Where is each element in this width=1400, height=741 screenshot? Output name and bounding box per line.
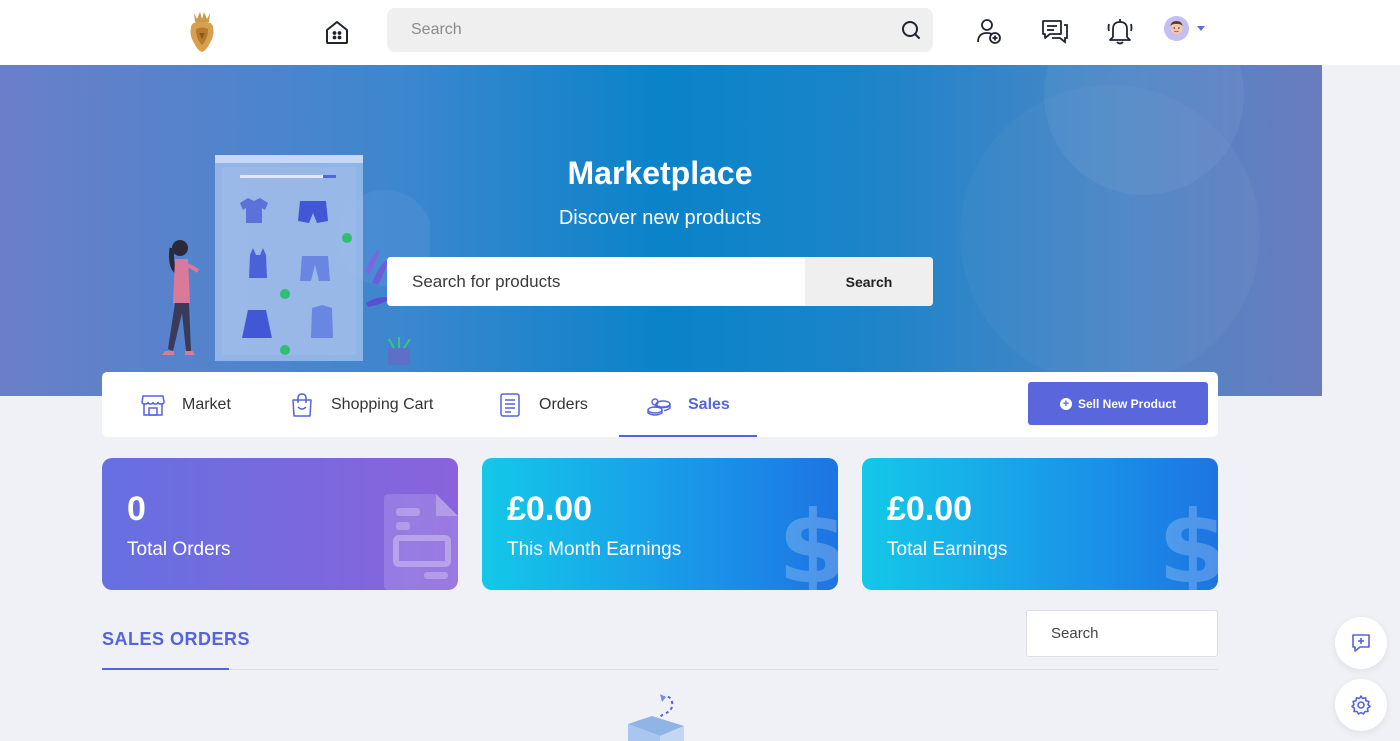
messages-icon[interactable] xyxy=(1040,16,1070,46)
shopping-bag-icon xyxy=(292,392,312,417)
dollar-sign-icon: $ xyxy=(778,494,838,590)
settings-button[interactable] xyxy=(1335,679,1387,731)
hero-title: Marketplace xyxy=(567,155,753,191)
product-search-input[interactable] xyxy=(387,257,805,306)
sell-new-product-label: Sell New Product xyxy=(1077,396,1177,411)
total-orders-value: 0 xyxy=(127,490,146,528)
top-navbar xyxy=(0,0,1400,65)
plus-circle-icon: + xyxy=(1059,397,1072,410)
tab-sales[interactable]: Sales xyxy=(619,372,757,437)
sales-orders-tab-indicator xyxy=(102,668,229,670)
total-earnings-label: Total Earnings xyxy=(887,539,1008,560)
chat-plus-icon xyxy=(1352,634,1370,652)
product-search-button[interactable]: Search xyxy=(805,257,933,306)
tab-shopping-cart-label: Shopping Cart xyxy=(331,395,434,413)
receipt-icon xyxy=(384,494,458,590)
dollar-sign-icon: $ xyxy=(1158,494,1218,590)
lion-logo-icon[interactable] xyxy=(186,9,218,53)
tab-orders-label: Orders xyxy=(539,395,588,413)
empty-box-icon xyxy=(628,694,684,741)
new-chat-button[interactable] xyxy=(1335,617,1387,669)
product-search: Search xyxy=(387,257,933,306)
tab-market-label: Market xyxy=(182,395,231,413)
marketplace-hero: Marketplace Discover new products Search xyxy=(0,65,1322,396)
global-search-input[interactable] xyxy=(387,8,887,52)
tab-shopping-cart[interactable]: Shopping Cart xyxy=(289,372,433,437)
decorative-circle xyxy=(960,85,1260,385)
sell-new-product-button[interactable]: + Sell New Product xyxy=(1028,382,1208,425)
notifications-bell-icon[interactable] xyxy=(1105,16,1135,46)
avatar-face-icon xyxy=(1164,16,1189,41)
month-earnings-label: This Month Earnings xyxy=(507,539,682,560)
total-orders-label: Total Orders xyxy=(127,539,231,560)
tab-sales-label: Sales xyxy=(688,395,730,413)
tab-market[interactable]: Market xyxy=(140,372,231,437)
month-earnings-card: $ £0.00 This Month Earnings xyxy=(482,458,838,590)
sales-orders-title: SALES ORDERS xyxy=(102,629,251,649)
home-icon[interactable] xyxy=(322,17,352,47)
search-icon[interactable] xyxy=(901,20,921,40)
gear-icon xyxy=(1351,695,1371,715)
user-menu-caret-icon[interactable] xyxy=(1197,26,1205,31)
store-icon xyxy=(141,394,165,416)
total-orders-card: 0 Total Orders xyxy=(102,458,458,590)
user-avatar[interactable] xyxy=(1164,16,1189,41)
section-divider xyxy=(102,669,1218,670)
coins-icon xyxy=(647,397,671,416)
svg-text:$: $ xyxy=(778,494,838,590)
tab-orders[interactable]: Orders xyxy=(497,372,588,437)
sales-orders-search-input[interactable] xyxy=(1026,610,1218,657)
marketplace-tabs: Market Shopping Cart Orders Sales + Sell xyxy=(102,372,1218,437)
global-search xyxy=(387,8,933,52)
total-earnings-value: £0.00 xyxy=(887,490,973,528)
add-friend-icon[interactable] xyxy=(974,16,1004,46)
month-earnings-value: £0.00 xyxy=(507,490,593,528)
hero-subtitle: Discover new products xyxy=(558,207,762,229)
svg-text:$: $ xyxy=(1158,494,1218,590)
total-earnings-card: $ £0.00 Total Earnings xyxy=(862,458,1218,590)
document-list-icon xyxy=(500,392,520,417)
